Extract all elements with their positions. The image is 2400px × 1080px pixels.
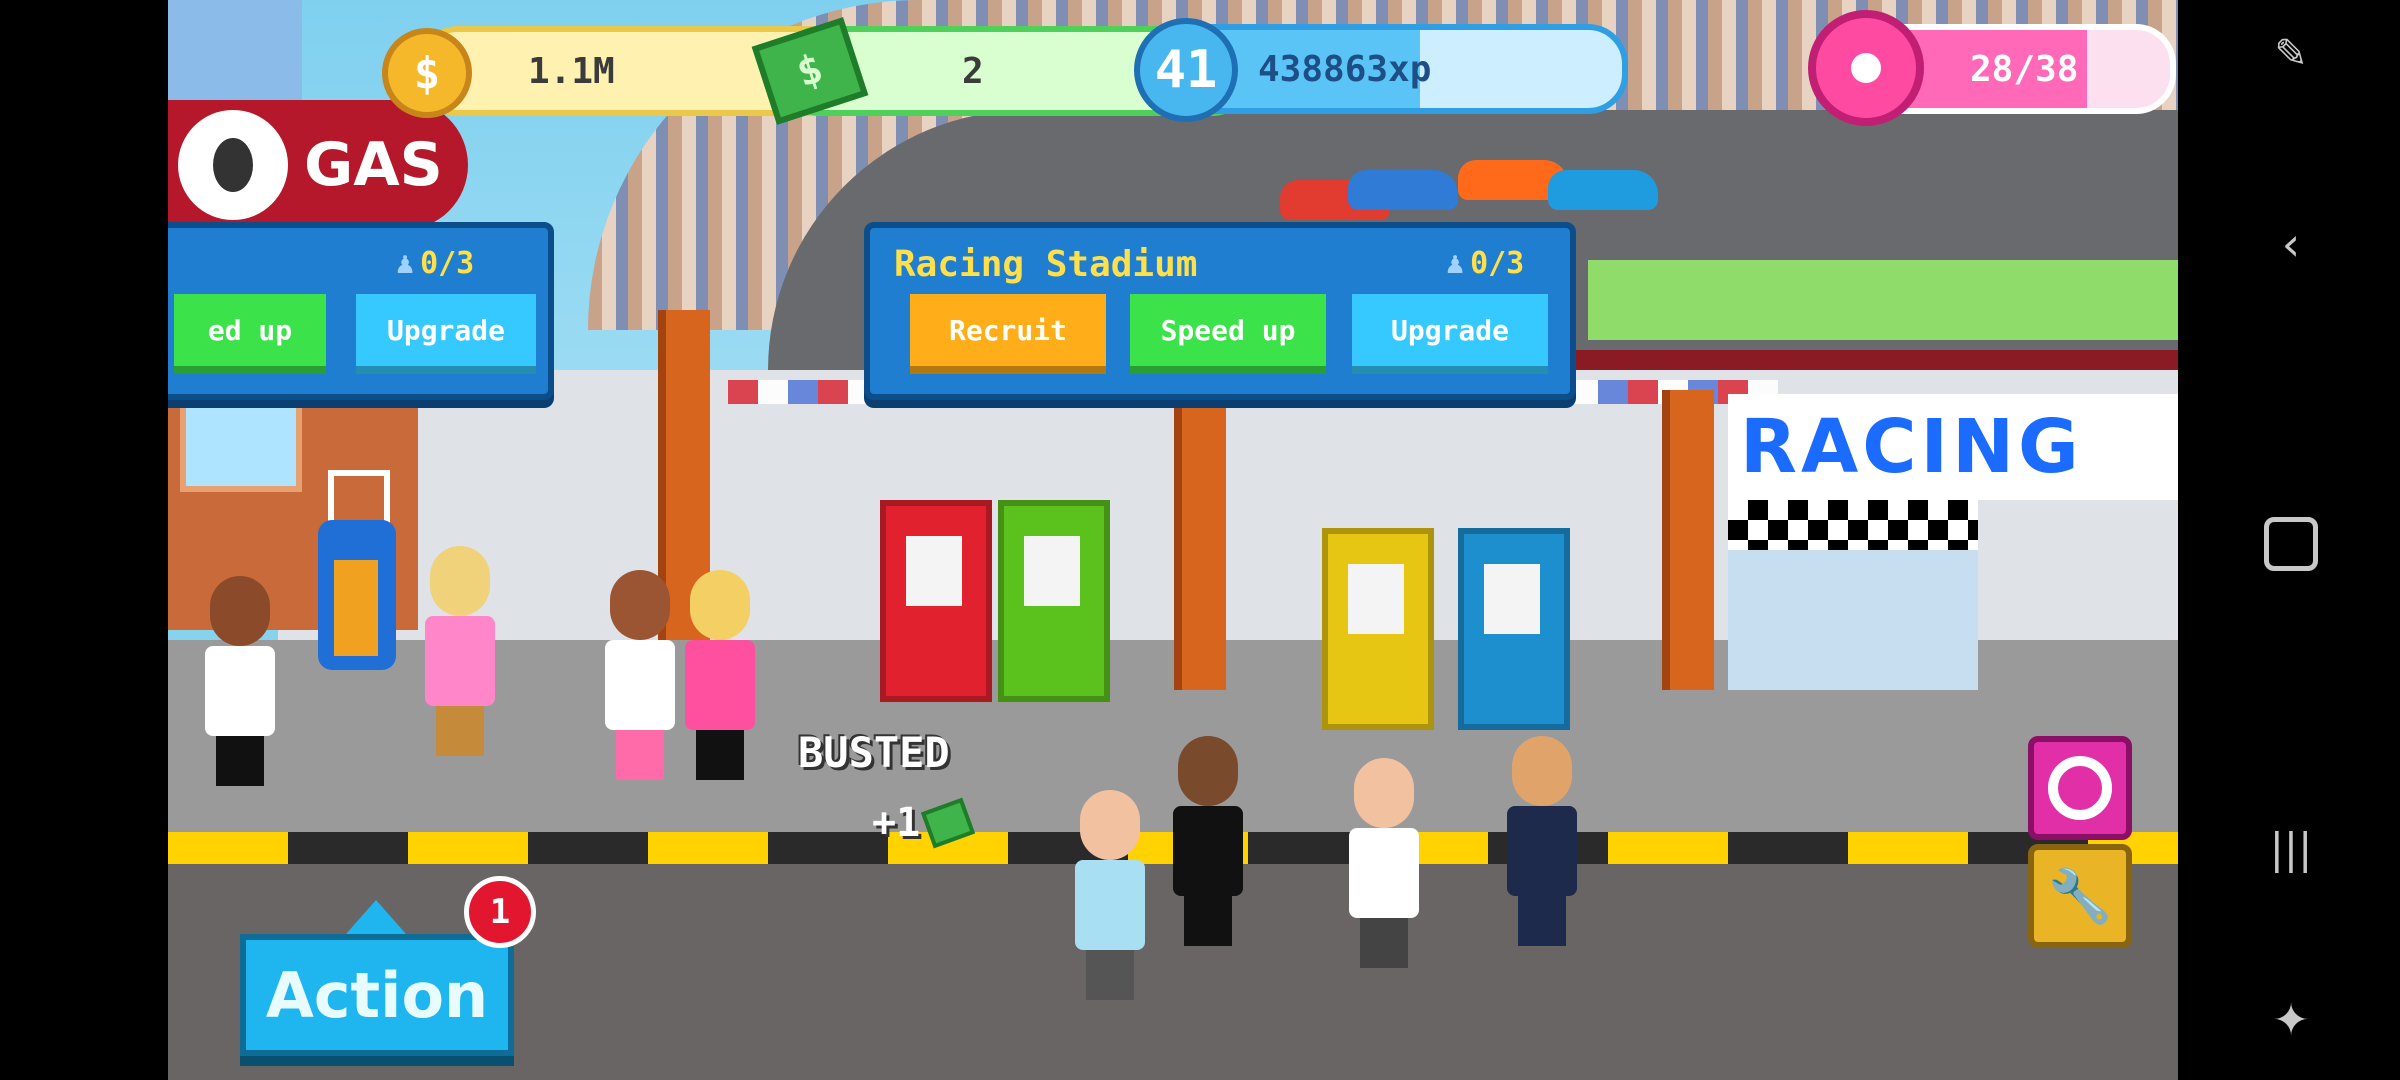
gas-sign: GAS <box>168 100 468 230</box>
level-star-icon: 41 <box>1134 18 1238 122</box>
reward-popup: +1 <box>872 797 976 849</box>
worker-icon: ♟ <box>396 246 415 281</box>
panel-title: Racing Stadium <box>894 244 1198 285</box>
customer-character[interactable] <box>680 570 760 780</box>
home-icon[interactable] <box>2263 516 2319 572</box>
panel-staff-count: ♟ 0/3 <box>396 246 474 281</box>
upgrade-button[interactable]: Upgrade <box>1352 294 1548 374</box>
vending-machine-red <box>880 500 992 702</box>
customer-character[interactable] <box>420 546 500 756</box>
recruit-button[interactable]: Recruit <box>910 294 1106 374</box>
checkered-flag-banner <box>1728 500 1978 550</box>
speed-up-button-partial[interactable]: ed up <box>174 294 326 374</box>
racing-stadium-panel: Racing Stadium ♟ 0/3 Recruit Speed up Up… <box>864 222 1576 400</box>
race-car-cyan <box>1548 170 1658 210</box>
crew-member-bald[interactable] <box>1070 790 1166 1000</box>
pillar <box>1662 390 1714 690</box>
staff-count-label: 0/3 <box>1470 246 1525 281</box>
crew-member-eyepatch[interactable] <box>1502 736 1582 946</box>
customer-character[interactable] <box>200 576 280 786</box>
reward-value: +1 <box>872 800 921 846</box>
vending-machine-blue <box>1458 528 1570 730</box>
racing-sign-text: RACING <box>1740 404 2083 490</box>
notification-badge: 1 <box>464 876 536 948</box>
recents-icon[interactable]: ||| <box>2263 820 2319 876</box>
race-car-blue <box>1348 170 1458 210</box>
game-viewport[interactable]: GAS RACING 1.1M + $ 2 + $ 438863xp 41 28… <box>168 0 2178 1080</box>
minimap-corner[interactable] <box>168 0 302 100</box>
cash-icon <box>921 797 976 849</box>
speed-up-button[interactable]: Speed up <box>1130 294 1326 374</box>
customer-character[interactable] <box>600 570 680 780</box>
busted-popup-text: BUSTED <box>798 728 950 777</box>
gas-pump <box>318 520 396 670</box>
gas-station-panel: ♟ 0/3 ed up Upgrade <box>168 222 554 400</box>
action-arrow-icon <box>346 900 406 934</box>
ring-icon <box>2048 756 2112 820</box>
worker-icon: ♟ <box>1446 246 1465 281</box>
vending-machine-yellow <box>1322 528 1434 730</box>
coins-value: 1.1M <box>528 50 615 92</box>
coin-icon: $ <box>382 28 472 118</box>
donut-shop-button[interactable] <box>2028 736 2132 840</box>
crew-member-scientist[interactable] <box>1344 758 1424 968</box>
upgrade-button-gas[interactable]: Upgrade <box>356 294 536 374</box>
crew-member-suit[interactable] <box>1168 736 1248 946</box>
tools-button[interactable]: 🔧 <box>2028 844 2132 948</box>
wrench-icon: 🔧 <box>2047 866 2113 927</box>
back-icon[interactable]: ‹ <box>2263 216 2319 272</box>
donut-icon <box>1808 10 1924 126</box>
game-controller-icon[interactable]: ✦ <box>2263 992 2319 1048</box>
ticket-booth <box>1728 550 1978 690</box>
staff-count-label: 0/3 <box>420 246 475 281</box>
system-navigation-bar: ✎ ‹ ||| ✦ <box>2178 0 2400 1080</box>
infield-grass <box>1588 260 2178 340</box>
oil-drop-icon <box>178 110 288 220</box>
action-button[interactable]: Action <box>240 934 514 1056</box>
donut-value: 28/38 <box>1970 48 2079 90</box>
pillar <box>1174 390 1226 690</box>
cash-value: 2 <box>962 50 984 92</box>
shop-window <box>180 400 302 492</box>
screen-edit-icon[interactable]: ✎ <box>2263 26 2319 82</box>
xp-value: 438863xp <box>1258 48 1432 90</box>
gas-sign-label: GAS <box>304 130 443 200</box>
vending-machine-green <box>998 500 1110 702</box>
panel-staff-count: ♟ 0/3 <box>1446 246 1524 281</box>
